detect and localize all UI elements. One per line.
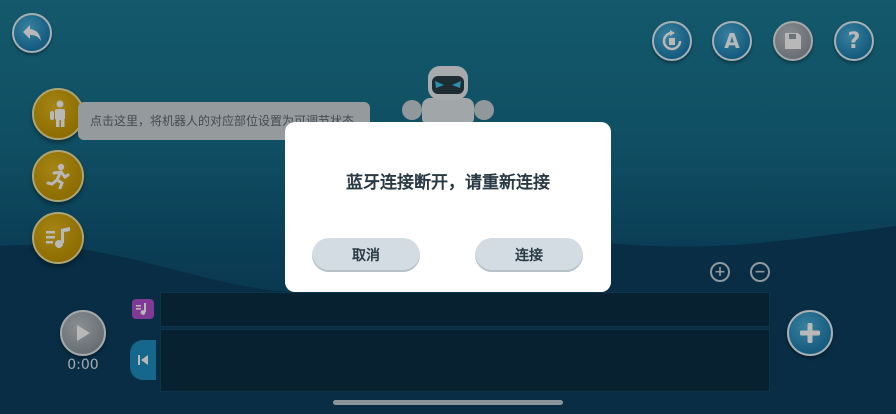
connect-button[interactable]: 连接 bbox=[475, 238, 583, 272]
dialog-message: 蓝牙连接断开，请重新连接 bbox=[346, 173, 550, 193]
cancel-button[interactable]: 取消 bbox=[312, 238, 420, 272]
home-indicator bbox=[333, 400, 563, 405]
bluetooth-disconnect-dialog: 蓝牙连接断开，请重新连接 取消 连接 bbox=[285, 122, 611, 292]
